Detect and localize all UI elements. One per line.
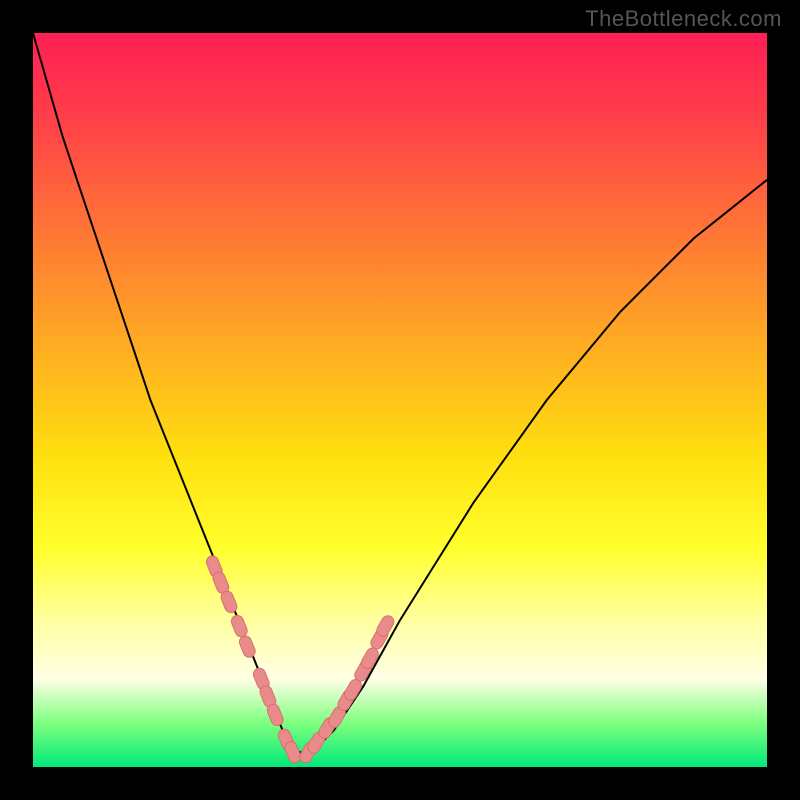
curve-marker: [266, 702, 285, 727]
watermark-text: TheBottleneck.com: [585, 6, 782, 32]
curve-marker: [230, 614, 249, 639]
curve-marker: [238, 634, 257, 659]
curve-marker: [283, 740, 302, 765]
marker-group: [205, 554, 396, 765]
chart-overlay: [33, 33, 767, 767]
curve-marker: [219, 589, 238, 614]
bottleneck-curve: [33, 33, 767, 752]
chart-stage: TheBottleneck.com: [0, 0, 800, 800]
